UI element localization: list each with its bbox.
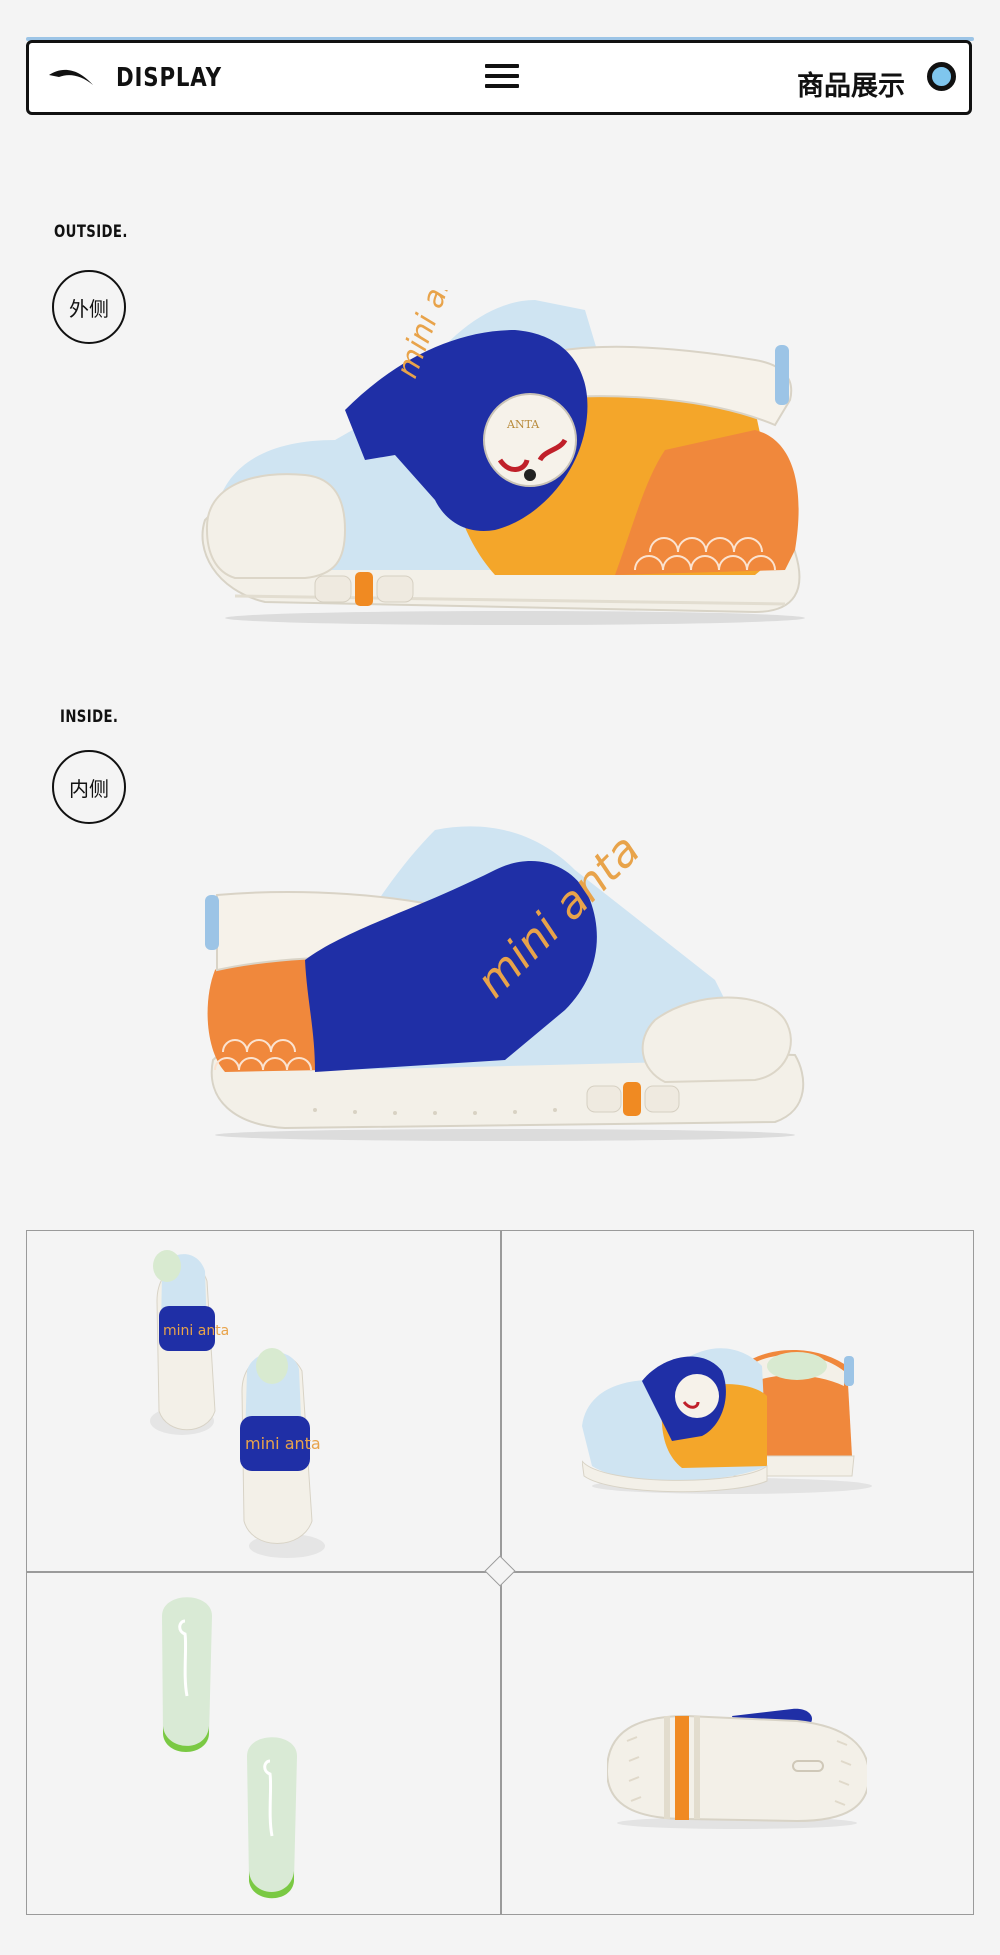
detail-grid: mini anta mini anta <box>26 1230 974 1915</box>
insole-pair <box>162 1597 297 1899</box>
circle-dot-icon[interactable] <box>927 62 956 91</box>
top-nav-bar: DISPLAY 商品展示 <box>26 40 972 115</box>
page-title-cn: 商品展示 <box>797 71 905 102</box>
shoe-outsole-view <box>607 1708 867 1829</box>
inside-badge: 内侧 <box>52 750 126 824</box>
svg-text:mini anta: mini anta <box>163 1323 229 1339</box>
shoe-top-view-pair: mini anta mini anta <box>150 1250 325 1558</box>
outside-badge: 外侧 <box>52 270 126 344</box>
anta-logo[interactable] <box>47 65 95 89</box>
menu-icon[interactable] <box>485 62 519 90</box>
shoe-rear-view-pair <box>582 1348 872 1494</box>
inside-label: INSIDE. <box>60 707 119 727</box>
shoe-outside-view: mini anta ANTA <box>201 290 805 625</box>
page-title: DISPLAY <box>116 63 222 93</box>
svg-text:ANTA: ANTA <box>506 418 540 431</box>
svg-text:mini anta: mini anta <box>245 1434 321 1453</box>
shoe-inside-view: mini anta <box>205 824 805 1141</box>
grid-center-diamond <box>484 1555 516 1587</box>
outside-label: OUTSIDE. <box>54 222 128 242</box>
